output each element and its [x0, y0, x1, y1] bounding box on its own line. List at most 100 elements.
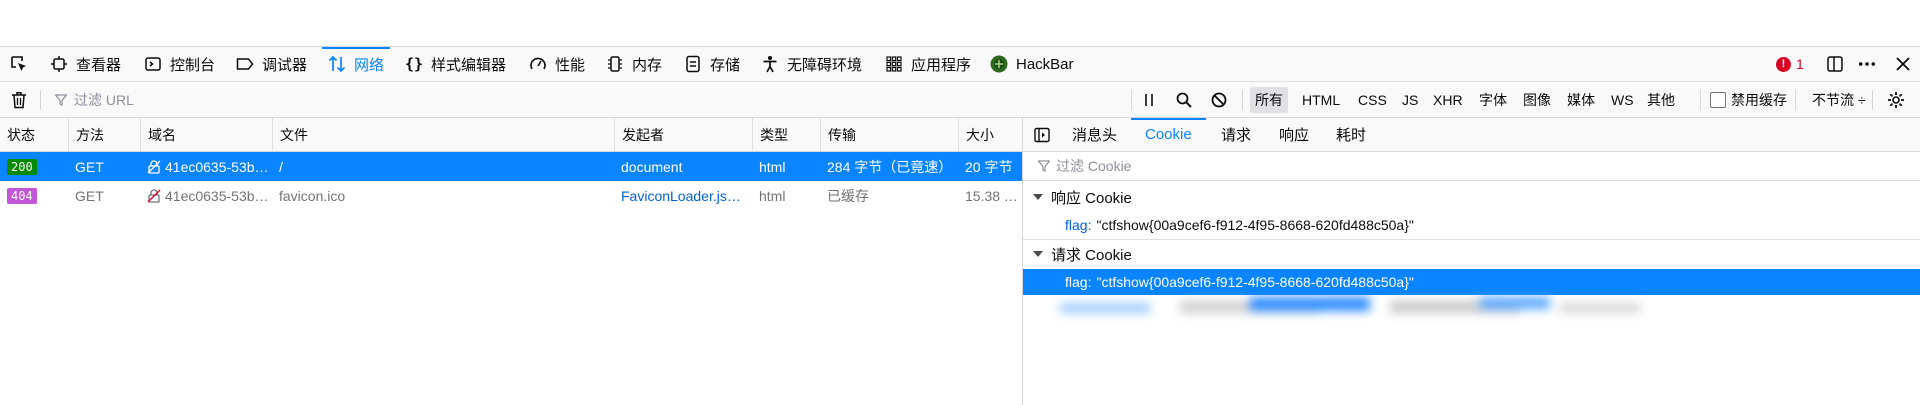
type-filter-js[interactable]: JS [1397, 82, 1423, 117]
filter-funnel-icon [1035, 157, 1053, 175]
insecure-lock-icon [147, 159, 161, 174]
tab-label: 无障碍环境 [787, 56, 863, 74]
column-header-file[interactable]: 文件 [272, 118, 614, 151]
transferred-cell: 284 字节（已竟速） [827, 158, 953, 175]
type-filter-fonts[interactable]: 字体 [1474, 82, 1512, 117]
column-header-method[interactable]: 方法 [68, 118, 140, 151]
expand-triangle-icon [1033, 251, 1043, 257]
tab-response[interactable]: 响应 [1279, 118, 1309, 151]
column-header-label: 域名 [148, 126, 176, 143]
status-badge: 404 [7, 187, 37, 204]
tab-label: 样式编辑器 [431, 56, 507, 74]
error-count-button[interactable]: ! 1 [1776, 47, 1804, 81]
tab-debugger[interactable]: 调试器 [236, 47, 307, 81]
request-cookie-row[interactable]: flag: "ctfshow{00a9cef6-f912-4f95-8668-6… [1023, 269, 1920, 295]
file-cell: favicon.ico [279, 187, 346, 204]
type-filter-label: 字体 [1479, 91, 1507, 108]
pause-button[interactable] [1140, 82, 1166, 117]
search-icon [1175, 91, 1193, 109]
table-row[interactable]: 200 GET 41ec0635-53b… / document html 28… [0, 152, 1022, 181]
details-panel-tabs: 消息头 Cookie 请求 响应 耗时 [1023, 118, 1920, 152]
column-header-initiator[interactable]: 发起者 [614, 118, 752, 151]
column-header-label: 状态 [7, 126, 35, 143]
initiator-link[interactable]: FaviconLoader.js… [621, 188, 741, 204]
column-header-status[interactable]: 状态 [0, 118, 68, 151]
devtools-toolbar: 查看器 控制台 调试器 网络 {} 样式编辑器 性能 内存 存储 无障碍环境 应… [0, 47, 1920, 82]
tab-hackbar[interactable]: HackBar [990, 47, 1074, 81]
tab-performance[interactable]: 性能 [529, 47, 585, 81]
filter-url-placeholder: 过滤 URL [74, 92, 134, 108]
tab-storage[interactable]: 存储 [684, 47, 740, 81]
network-settings-button[interactable] [1887, 82, 1913, 117]
tab-console[interactable]: 控制台 [144, 47, 215, 81]
response-cookies-section[interactable]: 响应 Cookie [1023, 183, 1920, 211]
throttle-select[interactable]: 不节流 ÷ [1812, 82, 1866, 117]
type-filter-label: XHR [1433, 91, 1463, 108]
type-filter-label: 所有 [1250, 86, 1288, 113]
dock-options-button[interactable] [1826, 47, 1852, 81]
element-picker-button[interactable] [10, 47, 28, 81]
type-filter-xhr[interactable]: XHR [1428, 82, 1468, 117]
type-filter-other[interactable]: 其他 [1642, 82, 1680, 117]
domain-text: 41ec0635-53b… [165, 158, 269, 175]
type-filter-ws[interactable]: WS [1606, 82, 1639, 117]
close-devtools-button[interactable] [1894, 47, 1920, 81]
debugger-icon [236, 55, 254, 73]
divider [1872, 90, 1873, 110]
tab-memory[interactable]: 内存 [606, 47, 662, 81]
initiator-cell[interactable]: FaviconLoader.js… [614, 181, 752, 210]
tab-headers[interactable]: 消息头 [1072, 118, 1117, 151]
response-cookie-row[interactable]: flag: "ctfshow{00a9cef6-f912-4f95-8668-6… [1023, 212, 1920, 238]
column-header-type[interactable]: 类型 [752, 118, 820, 151]
column-header-domain[interactable]: 域名 [140, 118, 272, 151]
column-header-label: 文件 [280, 126, 308, 143]
tab-label: 性能 [555, 56, 586, 74]
inspector-icon [50, 55, 68, 73]
request-cookies-section[interactable]: 请求 Cookie [1023, 240, 1920, 268]
tab-cookies[interactable]: Cookie [1131, 118, 1206, 151]
tab-request[interactable]: 请求 [1221, 118, 1251, 151]
pick-element-icon [10, 55, 28, 73]
table-row[interactable]: 404 GET 41ec0635-53b… favicon.ico Favico… [0, 181, 1022, 210]
filter-url-input[interactable]: 过滤 URL [52, 88, 1122, 112]
initiator-cell: document [621, 158, 683, 175]
filter-cookies-input[interactable]: 过滤 Cookie [1023, 152, 1920, 181]
tab-inspector[interactable]: 查看器 [50, 47, 121, 81]
tab-label: 调试器 [262, 56, 308, 74]
section-title: 请求 Cookie [1051, 246, 1132, 264]
network-filter-toolbar: 过滤 URL 所有 HTML CSS JS XHR 字体 图像 媒体 WS 其他… [0, 82, 1920, 118]
gauge-icon [529, 55, 547, 73]
requests-table-header: 状态 方法 域名 文件 发起者 类型 传输 大小 [0, 118, 1022, 152]
type-filter-all[interactable]: 所有 [1250, 82, 1288, 117]
side-tab-label: Cookie [1145, 126, 1192, 143]
tab-application[interactable]: 应用程序 [885, 47, 971, 81]
tab-network[interactable]: 网络 [321, 47, 391, 81]
clear-requests-button[interactable] [10, 82, 36, 117]
tab-timings[interactable]: 耗时 [1336, 118, 1366, 151]
side-tab-label: 消息头 [1072, 127, 1118, 144]
type-cell: html [759, 187, 786, 204]
block-requests-button[interactable] [1210, 82, 1236, 117]
type-filter-css[interactable]: CSS [1353, 82, 1392, 117]
tab-accessibility[interactable]: 无障碍环境 [761, 47, 862, 81]
type-filter-images[interactable]: 图像 [1518, 82, 1556, 117]
console-icon [144, 55, 162, 73]
column-header-size[interactable]: 大小 [958, 118, 1022, 151]
disable-cache-checkbox[interactable]: 禁用缓存 [1710, 82, 1787, 117]
side-tab-label: 请求 [1221, 127, 1252, 144]
domain-cell: 41ec0635-53b… [140, 152, 272, 181]
disable-cache-label: 禁用缓存 [1731, 91, 1787, 108]
column-header-transferred[interactable]: 传输 [820, 118, 958, 151]
more-options-button[interactable] [1858, 47, 1884, 81]
tab-style-editor[interactable]: {} 样式编辑器 [405, 47, 506, 81]
toggle-sidebar-button[interactable] [1033, 118, 1059, 151]
search-button[interactable] [1175, 82, 1201, 117]
type-filter-html[interactable]: HTML [1297, 82, 1345, 117]
column-header-label: 发起者 [622, 126, 664, 143]
ellipsis-icon [1858, 55, 1876, 73]
domain-cell: 41ec0635-53b… [140, 181, 272, 210]
type-filter-media[interactable]: 媒体 [1562, 82, 1600, 117]
gear-icon [1887, 91, 1905, 109]
filter-cookies-placeholder: 过滤 Cookie [1056, 158, 1132, 174]
type-filter-label: 图像 [1523, 91, 1551, 108]
